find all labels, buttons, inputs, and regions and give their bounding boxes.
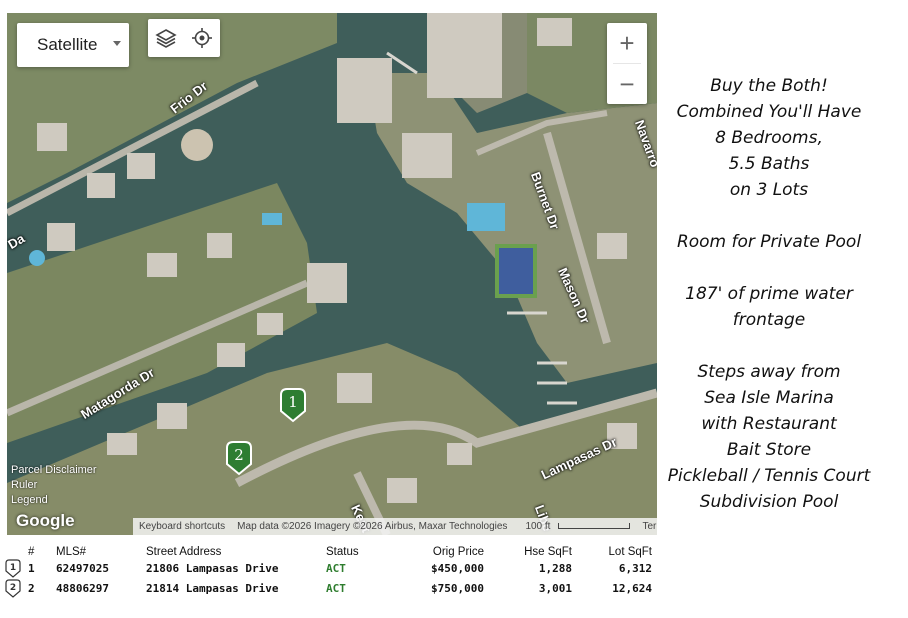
legend-toggle[interactable]: Legend [11,493,97,508]
marker-column-header [4,545,28,558]
promo-line: frontage [732,310,806,330]
scale-bar [558,523,631,530]
map-overlay-links: Parcel Disclaimer Ruler Legend [11,463,97,508]
my-location-button[interactable] [184,19,220,57]
column-header-price: Orig Price [432,545,484,558]
row-price: $750,000 [431,581,484,595]
marker-number: 1 [288,393,298,411]
listing-table: # MLS# Street Address Status Orig Price … [4,545,652,598]
map-type-label: Satellite [37,35,98,54]
promo-line: Room for Private Pool [676,232,862,252]
disclaimer-link[interactable]: Disclaimer [45,464,96,476]
column-header-lot-sqft: Lot SqFt [608,545,652,558]
row-mls[interactable]: 48806297 [56,578,146,598]
column-header-num: # [28,545,35,558]
row-hse-sqft: 1,288 [538,561,572,575]
promo-spacer [662,255,876,281]
promo-text: Buy the Both! Combined You'll Have 8 Bedro… [662,73,876,515]
promo-line: on 3 Lots [729,180,809,200]
promo-line: Sea Isle Marina [704,388,834,408]
property-marker-1[interactable]: 1 [279,387,307,423]
row-lot-sqft: 6,312 [618,561,652,575]
promo-line: Buy the Both! [710,76,828,96]
keyboard-shortcuts-link[interactable]: Keyboard shortcuts [133,521,231,532]
promo-line: Bait Store [726,440,812,460]
table-row[interactable]: 1 1 62497025 21806 Lampasas Drive ACT $4… [4,558,652,578]
map-data-attribution: Map data ©2026 Imagery ©2026 Airbus, Max… [237,521,508,532]
row-status: ACT [326,561,346,575]
layers-button[interactable] [148,19,184,57]
google-logo: Google [16,511,75,530]
terms-link[interactable]: Terms [636,521,657,532]
ruler-toggle[interactable]: Ruler [11,478,97,493]
svg-text:1: 1 [10,563,16,573]
row-status: ACT [326,581,346,595]
table-header-row: # MLS# Street Address Status Orig Price … [4,545,652,558]
satellite-map[interactable]: Frio Dr Burnet Dr Mason Dr Matagorda Dr … [7,13,657,535]
table-row[interactable]: 2 2 48806297 21814 Lampasas Drive ACT $7… [4,578,652,598]
row-mls[interactable]: 62497025 [56,558,146,578]
svg-text:2: 2 [10,583,16,593]
row-marker-icon: 1 [4,558,28,578]
row-num: 2 [28,581,35,595]
promo-line: 8 Bedrooms, [715,128,823,148]
promo-line: Subdivision Pool [699,492,839,512]
row-address[interactable]: 21806 Lampasas Drive [146,558,326,578]
scale-indicator[interactable]: 100 ft [513,521,636,532]
column-header-address: Street Address [146,545,222,558]
zoom-out-button[interactable]: − [607,64,647,104]
promo-spacer [662,203,876,229]
zoom-control: + − [607,23,647,104]
promo-spacer [662,333,876,359]
row-price: $450,000 [431,561,484,575]
row-hse-sqft: 3,001 [538,581,572,595]
zoom-in-button[interactable]: + [607,23,647,63]
crosshair-icon [192,28,212,48]
map-tools [148,19,220,57]
row-lot-sqft: 12,624 [612,581,652,595]
promo-line: Combined You'll Have [676,102,862,122]
parcel-toggle[interactable]: Parcel [11,464,42,476]
column-header-hse-sqft: Hse SqFt [524,545,572,558]
column-header-status: Status [326,545,359,558]
scale-label: 100 ft [525,521,551,532]
row-address[interactable]: 21814 Lampasas Drive [146,578,326,598]
promo-line: Steps away from [697,362,841,382]
property-marker-2[interactable]: 2 [225,440,253,476]
map-type-select[interactable]: Satellite [17,23,129,67]
row-num: 1 [28,561,35,575]
marker-number: 2 [234,446,244,464]
row-marker-icon: 2 [4,578,28,598]
chevron-down-icon [113,41,121,46]
column-header-mls: MLS# [56,545,87,558]
promo-line: 187' of prime water [685,284,853,304]
promo-line: Pickleball / Tennis Court [667,466,871,486]
promo-line: with Restaurant [701,414,837,434]
map-attribution-bar: Keyboard shortcuts Map data ©2026 Imager… [133,518,657,535]
layers-icon [155,29,177,48]
promo-line: 5.5 Baths [728,154,810,174]
